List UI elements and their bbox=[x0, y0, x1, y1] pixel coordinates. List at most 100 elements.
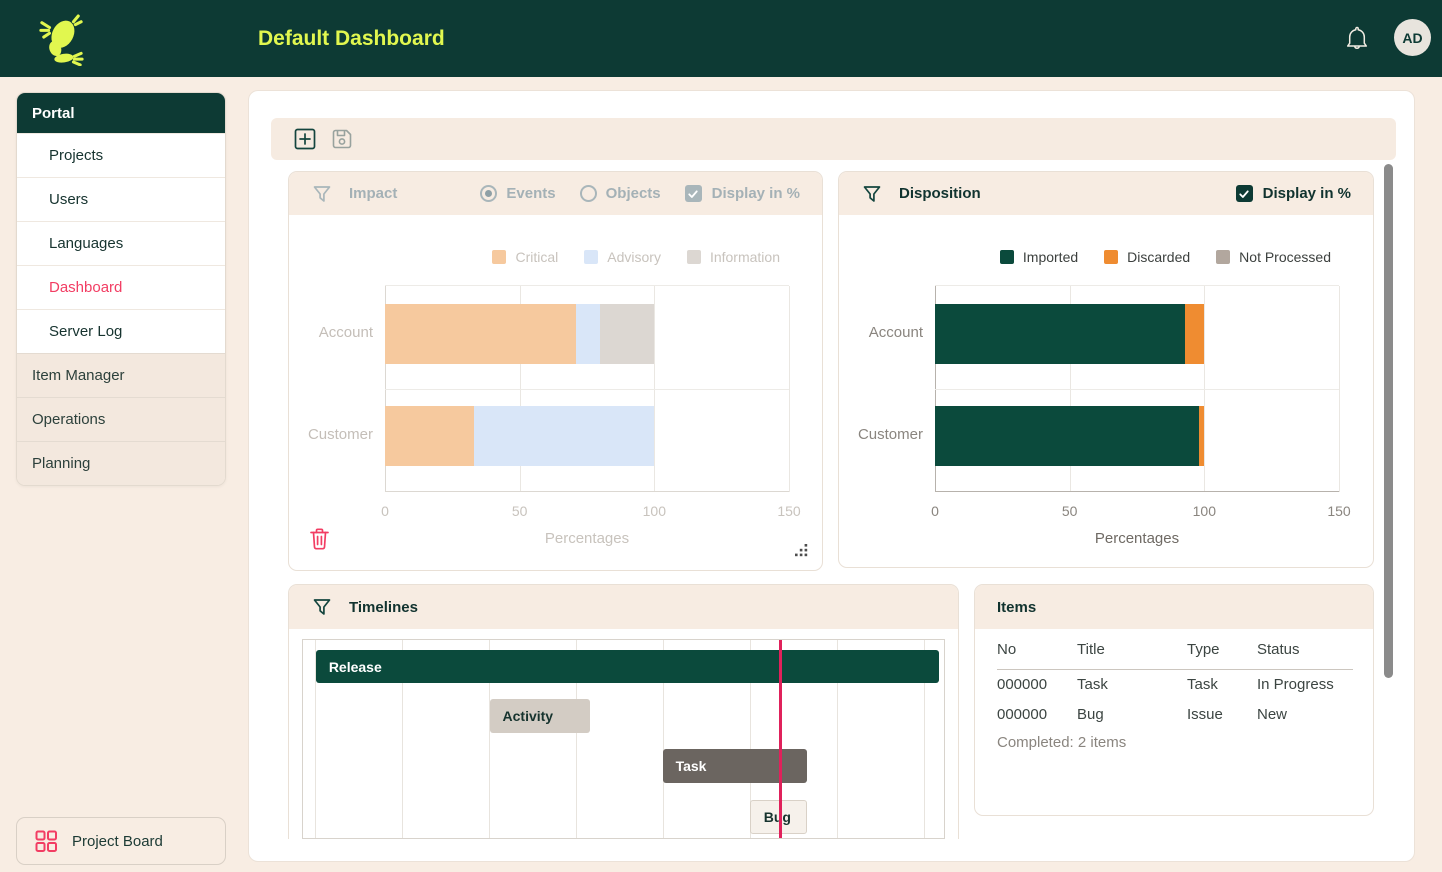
segment-imported bbox=[935, 304, 1185, 364]
table-row[interactable]: 000000 Bug Issue New bbox=[997, 700, 1353, 730]
category-label-customer: Customer bbox=[289, 426, 373, 443]
x-tick: 50 bbox=[512, 503, 528, 519]
items-header: Items bbox=[975, 585, 1373, 629]
x-tick: 50 bbox=[1062, 503, 1078, 519]
bar-customer bbox=[385, 406, 789, 466]
legend-item-not-processed[interactable]: Not Processed bbox=[1216, 249, 1331, 265]
filter-icon[interactable] bbox=[311, 596, 333, 618]
gantt-bar-activity[interactable]: Activity bbox=[490, 699, 590, 733]
legend-item-discarded[interactable]: Discarded bbox=[1104, 249, 1190, 265]
radio-events-label: Events bbox=[506, 185, 555, 202]
checkbox-display-percent-control[interactable] bbox=[685, 185, 702, 202]
legend-item-information[interactable]: Information bbox=[687, 249, 780, 265]
cell-title: Task bbox=[1077, 676, 1187, 693]
legend-item-critical[interactable]: Critical bbox=[492, 249, 558, 265]
checkbox-display-percent-label: Display in % bbox=[712, 185, 800, 202]
bar-account bbox=[385, 304, 789, 364]
x-tick: 0 bbox=[931, 503, 939, 519]
table-row[interactable]: 000000 Task Task In Progress bbox=[997, 670, 1353, 700]
category-label-account: Account bbox=[289, 324, 373, 341]
x-tick: 100 bbox=[643, 503, 666, 519]
items-table-header: No Title Type Status bbox=[997, 641, 1353, 670]
completed-summary: Completed: 2 items bbox=[997, 734, 1353, 751]
segment-imported bbox=[935, 406, 1199, 466]
sidebar-nav: Portal Projects Users Languages Dashboar… bbox=[16, 92, 226, 486]
dashboard-app: Default Dashboard AD Portal Projects Use… bbox=[0, 0, 1442, 872]
impact-options: Events Objects Display in % bbox=[480, 185, 800, 202]
impact-header: Impact Events Objects Display in bbox=[289, 172, 822, 215]
notifications-bell-icon[interactable] bbox=[1343, 24, 1371, 54]
sidebar-item-projects[interactable]: Projects bbox=[17, 133, 225, 177]
radio-objects-label: Objects bbox=[606, 185, 661, 202]
widget-title: Impact bbox=[349, 185, 397, 202]
x-tick: 0 bbox=[381, 503, 389, 519]
sidebar-item-users[interactable]: Users bbox=[17, 177, 225, 221]
segment-information bbox=[600, 304, 654, 364]
checkbox-display-percent-control[interactable] bbox=[1236, 185, 1253, 202]
vertical-scrollbar-thumb[interactable] bbox=[1384, 164, 1393, 678]
add-widget-button[interactable] bbox=[294, 128, 316, 150]
resize-handle[interactable] bbox=[795, 544, 808, 557]
segment-discarded bbox=[1185, 304, 1204, 364]
dashboard-toolbar bbox=[271, 118, 1396, 160]
sidebar-item-operations[interactable]: Operations bbox=[17, 397, 225, 441]
disposition-options: Display in % bbox=[1236, 185, 1351, 202]
sidebar-item-server-log[interactable]: Server Log bbox=[17, 309, 225, 353]
timelines-header: Timelines bbox=[289, 585, 958, 629]
main-panel: Impact Events Objects Display in bbox=[248, 90, 1415, 862]
x-axis-label: Percentages bbox=[935, 530, 1339, 547]
cell-no: 000000 bbox=[997, 706, 1077, 723]
legend-swatch-not-processed bbox=[1216, 250, 1230, 264]
project-board-button[interactable]: Project Board bbox=[16, 817, 226, 865]
legend-swatch-information bbox=[687, 250, 701, 264]
impact-legend: Critical Advisory Information bbox=[492, 249, 780, 265]
checkbox-display-percent[interactable]: Display in % bbox=[685, 185, 800, 202]
frog-logo-icon bbox=[38, 12, 84, 66]
legend-item-imported[interactable]: Imported bbox=[1000, 249, 1078, 265]
widget-title: Items bbox=[997, 599, 1036, 616]
bar-account bbox=[935, 304, 1339, 364]
cell-status: New bbox=[1257, 706, 1353, 723]
radio-objects[interactable]: Objects bbox=[580, 185, 661, 202]
widget-timelines: Timelines Release Activity Task bbox=[288, 584, 959, 839]
widget-disposition: Disposition Display in % Imported bbox=[838, 171, 1374, 568]
grid-2x2-icon bbox=[35, 830, 58, 853]
legend-item-advisory[interactable]: Advisory bbox=[584, 249, 661, 265]
radio-events[interactable]: Events bbox=[480, 185, 555, 202]
sidebar-item-planning[interactable]: Planning bbox=[17, 441, 225, 485]
sidebar-item-dashboard[interactable]: Dashboard bbox=[17, 265, 225, 309]
cell-type: Task bbox=[1187, 676, 1257, 693]
x-tick: 150 bbox=[777, 503, 800, 519]
column-type: Type bbox=[1187, 641, 1257, 658]
sidebar-item-languages[interactable]: Languages bbox=[17, 221, 225, 265]
x-axis-label: Percentages bbox=[385, 530, 789, 547]
delete-widget-button[interactable] bbox=[309, 527, 330, 551]
save-dashboard-button[interactable] bbox=[331, 128, 353, 150]
filter-icon[interactable] bbox=[311, 183, 333, 205]
impact-plot-area: 0 50 100 150 Percentages bbox=[385, 285, 789, 492]
today-marker-line bbox=[779, 640, 782, 838]
timelines-gantt-area: Release Activity Task Bug bbox=[302, 639, 945, 839]
sidebar-item-portal[interactable]: Portal bbox=[17, 93, 225, 133]
widget-title: Timelines bbox=[349, 599, 418, 616]
segment-critical bbox=[385, 406, 474, 466]
category-label-account: Account bbox=[839, 324, 923, 341]
radio-objects-control[interactable] bbox=[580, 185, 597, 202]
segment-advisory bbox=[474, 406, 654, 466]
bar-customer bbox=[935, 406, 1339, 466]
checkbox-display-percent[interactable]: Display in % bbox=[1236, 185, 1351, 202]
gantt-bar-release[interactable]: Release bbox=[316, 650, 939, 683]
segment-critical bbox=[385, 304, 576, 364]
user-avatar[interactable]: AD bbox=[1394, 19, 1431, 56]
widget-title: Disposition bbox=[899, 185, 981, 202]
filter-icon[interactable] bbox=[861, 183, 883, 205]
app-header: Default Dashboard AD bbox=[0, 0, 1442, 77]
gantt-bar-task[interactable]: Task bbox=[663, 749, 808, 783]
cell-title: Bug bbox=[1077, 706, 1187, 723]
radio-events-control[interactable] bbox=[480, 185, 497, 202]
cell-status: In Progress bbox=[1257, 676, 1353, 693]
legend-swatch-critical bbox=[492, 250, 506, 264]
cell-no: 000000 bbox=[997, 676, 1077, 693]
disposition-legend: Imported Discarded Not Processed bbox=[1000, 249, 1331, 265]
sidebar-item-item-manager[interactable]: Item Manager bbox=[17, 353, 225, 397]
